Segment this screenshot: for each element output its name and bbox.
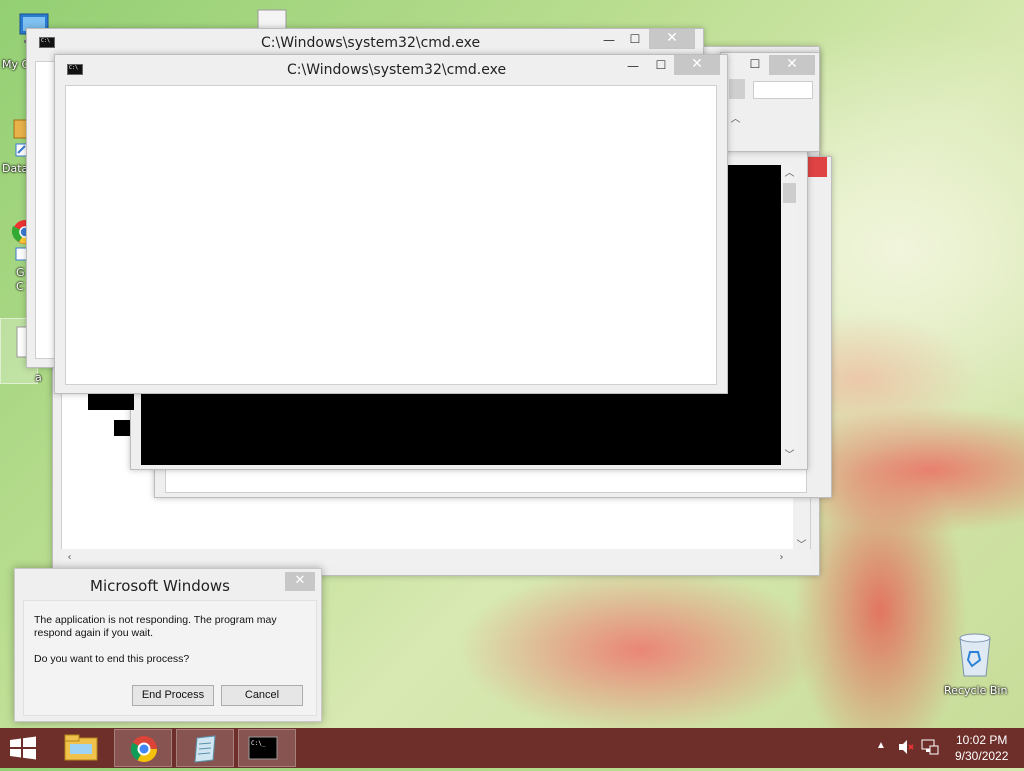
- title-bar[interactable]: C:\Windows\system32\cmd.exe — ☐ ✕: [55, 55, 727, 81]
- taskbar-file-explorer[interactable]: [52, 729, 110, 767]
- window-title: C:\Windows\system32\cmd.exe: [261, 35, 481, 51]
- cmd-client-area: [65, 85, 717, 385]
- svg-text:C:\_: C:\_: [251, 740, 266, 747]
- title-bar[interactable]: C:\Windows\system32\cmd.exe — ☐ ✕: [27, 29, 703, 55]
- network-icon[interactable]: [921, 738, 939, 759]
- document-icon: [257, 9, 287, 31]
- cmd-app-icon: [39, 37, 55, 48]
- minimize-button[interactable]: —: [619, 57, 647, 77]
- close-button[interactable]: ✕: [674, 55, 720, 75]
- recycle-bin-label: Recycle Bin: [944, 684, 1008, 697]
- windows-logo-icon: [10, 736, 36, 760]
- dialog-title: Microsoft Windows: [90, 577, 230, 595]
- taskbar-chrome[interactable]: [114, 729, 172, 767]
- taskbar: C:\_ ▲ 10:02 PM 9/30/2022: [0, 728, 1024, 768]
- cmd-window-front[interactable]: C:\Windows\system32\cmd.exe — ☐ ✕: [54, 54, 728, 394]
- desktop-icon-label: a: [35, 371, 42, 384]
- not-responding-dialog[interactable]: Microsoft Windows ✕ The application is n…: [14, 568, 322, 722]
- desktop-icon-recycle-bin[interactable]: Recycle Bin: [940, 630, 1010, 700]
- clock-time[interactable]: 10:02 PM: [956, 733, 1007, 747]
- desktop-icon-label: Data: [2, 162, 29, 175]
- console-remnant: [88, 392, 134, 410]
- maximize-button[interactable]: ☐: [741, 55, 769, 75]
- scroll-left-icon[interactable]: ‹: [61, 549, 78, 566]
- notepad-icon: [194, 735, 216, 763]
- close-button[interactable]: ✕: [649, 29, 695, 49]
- cmd-client-area: [35, 61, 55, 359]
- stacked-window-upper: ☐ ✕ ︿: [720, 52, 820, 152]
- scroll-thumb[interactable]: [783, 183, 796, 203]
- taskbar-notepad[interactable]: [176, 729, 234, 767]
- cmd-icon: C:\_: [248, 736, 278, 760]
- dialog-body: The application is not responding. The p…: [23, 600, 317, 716]
- minimize-button[interactable]: —: [595, 31, 623, 51]
- tray-overflow-icon[interactable]: ▲: [876, 740, 886, 751]
- maximize-button[interactable]: ☐: [621, 30, 649, 50]
- desktop-icon-partial[interactable]: [256, 8, 290, 31]
- close-icon-red[interactable]: [807, 157, 827, 177]
- close-button[interactable]: ✕: [769, 55, 815, 75]
- dialog-message: The application is not responding. The p…: [34, 614, 277, 639]
- dialog-question: Do you want to end this process?: [34, 653, 190, 665]
- end-process-button[interactable]: End Process: [132, 685, 214, 706]
- clock-date[interactable]: 9/30/2022: [955, 749, 1008, 763]
- scroll-down-icon[interactable]: ﹀: [781, 447, 798, 464]
- scroll-up-icon[interactable]: ︿: [781, 165, 798, 182]
- console-vertical-scrollbar[interactable]: ︿ ﹀: [781, 165, 798, 465]
- recycle-bin-icon: [959, 633, 991, 677]
- taskbar-cmd[interactable]: C:\_: [238, 729, 296, 767]
- scroll-right-icon[interactable]: ›: [773, 549, 790, 566]
- start-button[interactable]: [8, 736, 40, 762]
- chrome-icon: [130, 736, 158, 763]
- desktop-icon-label: G C: [16, 266, 25, 293]
- background-horizontal-scrollbar[interactable]: ‹ ›: [61, 549, 811, 566]
- console-remnant: [114, 420, 130, 436]
- scroll-up-icon[interactable]: ︿: [727, 111, 744, 128]
- cmd-app-icon: [67, 64, 83, 75]
- cancel-button[interactable]: Cancel: [221, 685, 303, 706]
- window-field: [753, 81, 813, 99]
- folder-icon: [64, 734, 98, 761]
- window-title: C:\Windows\system32\cmd.exe: [287, 62, 507, 78]
- window-field: [729, 79, 745, 99]
- volume-muted-icon[interactable]: [898, 738, 914, 759]
- maximize-button[interactable]: ☐: [647, 56, 675, 76]
- dialog-close-button[interactable]: ✕: [285, 572, 315, 591]
